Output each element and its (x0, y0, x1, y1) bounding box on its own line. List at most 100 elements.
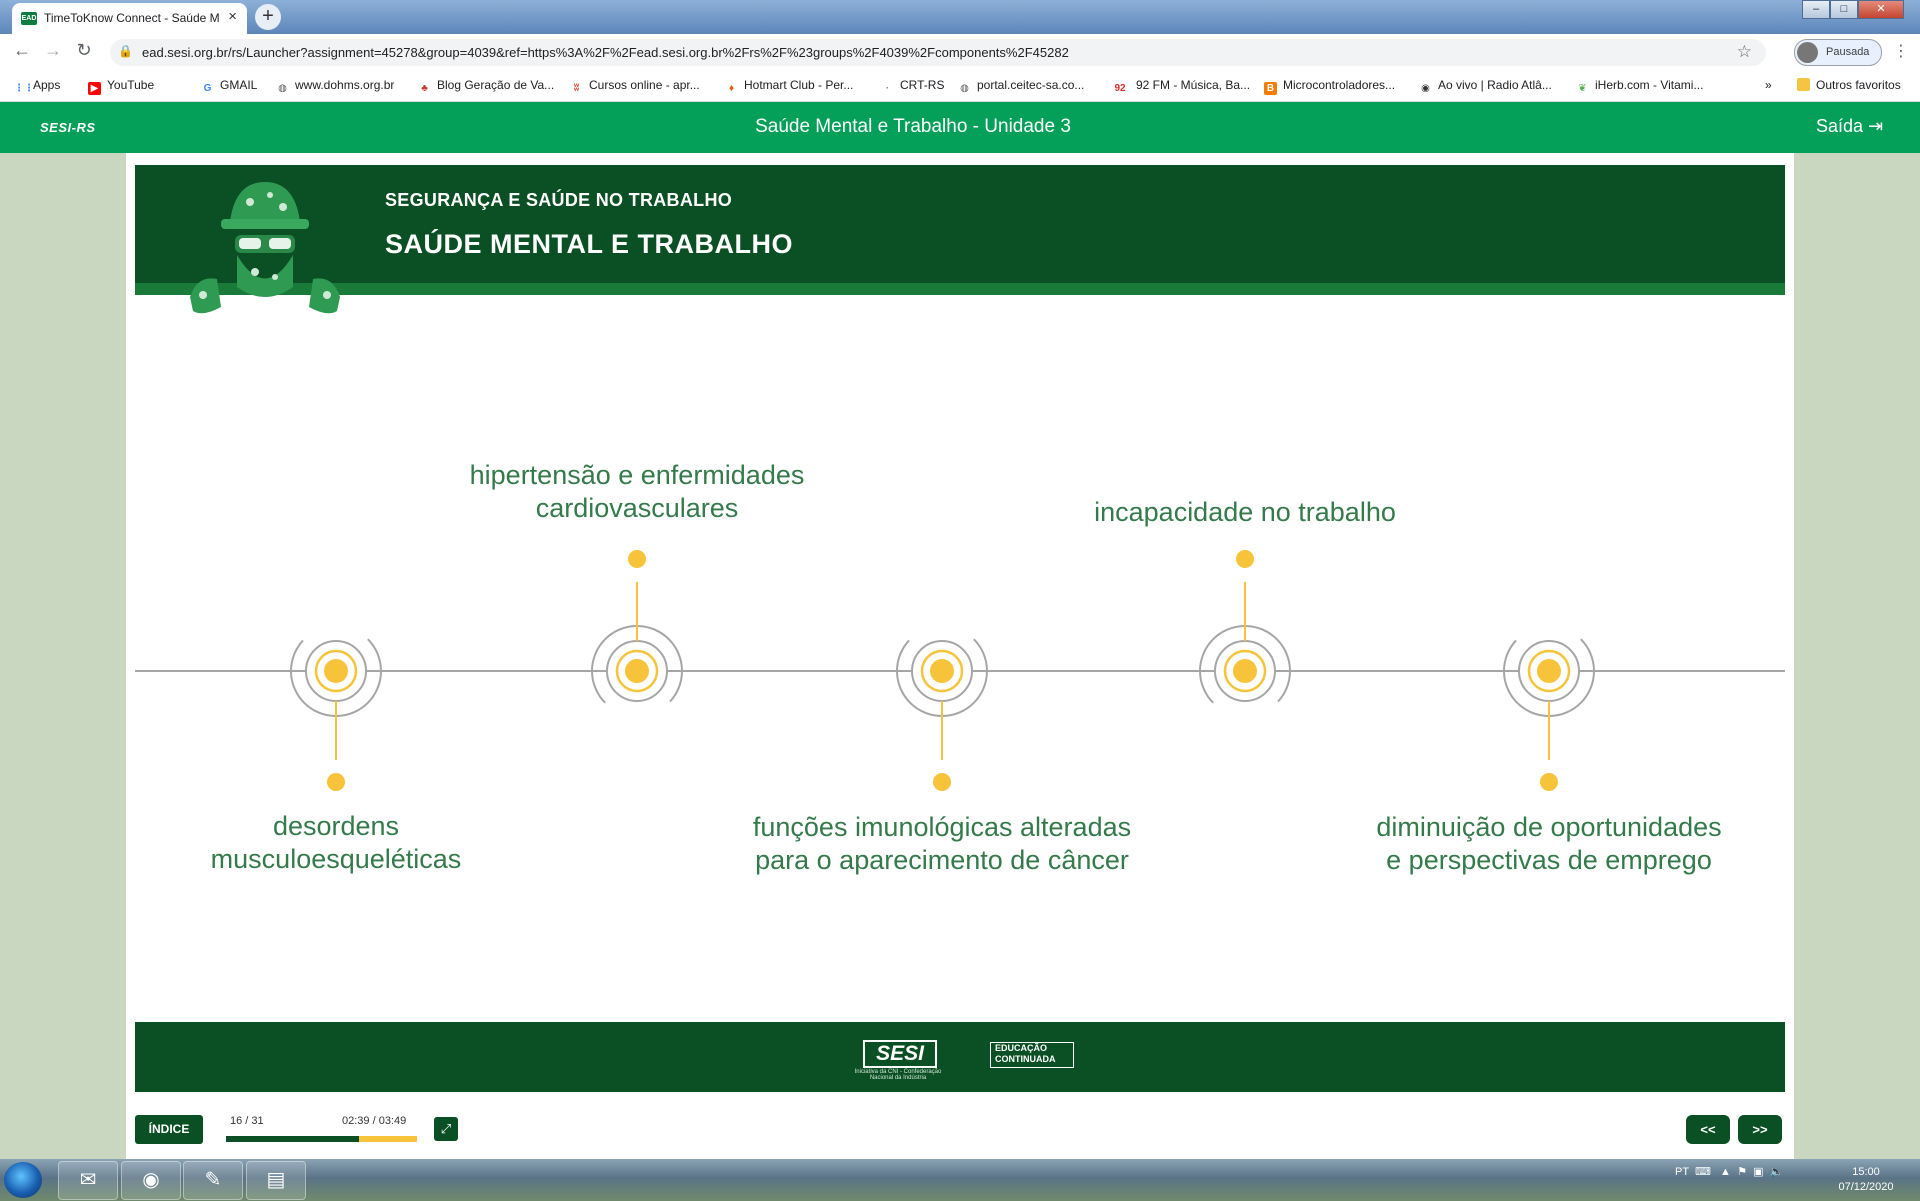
timeline-label-5: diminuição de oportunidades e perspectiv… (1329, 811, 1769, 877)
bookmark-micro[interactable]: B Microcontroladores... (1264, 78, 1395, 95)
label-line: e perspectivas de emprego (1386, 845, 1712, 875)
blog-icon: ♣ (421, 83, 428, 94)
timeline-node-2 (591, 550, 683, 717)
lms-header: SESI-RS Saúde Mental e Trabalho - Unidad… (0, 102, 1920, 153)
bookmarks-overflow-button[interactable]: » (1765, 78, 1772, 92)
folder-icon (1797, 78, 1810, 91)
timeline-node-4 (1199, 550, 1291, 717)
radio-92-icon: 92 (1114, 83, 1126, 94)
label-line: funções imunológicas alteradas (752, 812, 1132, 842)
bookmark-dohms[interactable]: ◍ www.dohms.org.br (276, 78, 394, 95)
timeline-node-1 (290, 625, 382, 791)
bookmark-label: Ao vivo | Radio Atlâ... (1438, 78, 1552, 92)
exit-button[interactable]: Saída ⇥ (1816, 116, 1883, 137)
address-bar[interactable]: 🔒 ead.sesi.org.br/rs/Launcher?assignment… (110, 39, 1766, 66)
bookmark-label: Microcontroladores... (1283, 78, 1396, 92)
progress-bar[interactable] (226, 1136, 417, 1142)
paint-taskbar-icon[interactable]: ✎ (183, 1161, 243, 1200)
timeline-label-4: incapacidade no trabalho (1045, 496, 1445, 529)
bookmarks-bar: ⋮⋮Apps ▶ YouTube G GMAIL ◍ www.dohms.org.br… (0, 70, 1920, 102)
label-line: hipertensão e enfermidades (469, 460, 805, 490)
slide: SEGURANÇA E SAÚDE NO TRABALHO SAÚDE MENT… (135, 165, 1785, 1092)
keyboard-icon[interactable]: ⌨ (1695, 1166, 1711, 1178)
progress-fill (226, 1136, 359, 1142)
label-line: musculoesqueléticas (210, 844, 462, 874)
bookmark-label: 92 FM - Música, Ba... (1136, 78, 1251, 92)
edu-logo-line: EDUCAÇÃO (995, 1043, 1048, 1053)
reload-button[interactable]: ↻ (72, 40, 96, 61)
close-tab-icon[interactable]: × (228, 8, 237, 25)
explorer-taskbar-icon[interactable]: ▤ (246, 1161, 306, 1200)
bookmark-92fm[interactable]: 92 92 FM - Música, Ba... (1110, 78, 1250, 95)
bookmark-hotmart[interactable]: ♦ Hotmart Club - Per... (725, 78, 853, 95)
next-button[interactable]: >> (1738, 1115, 1782, 1144)
network-icon[interactable]: ▣ (1753, 1166, 1763, 1178)
outlook-taskbar-icon[interactable]: ✉ (58, 1161, 118, 1200)
bookmark-crt[interactable]: · CRT-RS (881, 78, 945, 95)
maximize-button[interactable]: □ (1830, 0, 1858, 19)
hotmart-icon: ʬ (573, 83, 580, 94)
new-tab-button[interactable]: + (255, 4, 281, 30)
previous-button[interactable]: << (1686, 1115, 1730, 1144)
language-indicator[interactable]: PT (1675, 1166, 1689, 1178)
browser-toolbar: ← → ↻ 🔒 ead.sesi.org.br/rs/Launcher?assi… (0, 34, 1920, 70)
bookmark-ceitec[interactable]: ◍ portal.ceitec-sa.co... (958, 78, 1084, 95)
player-bar: ÍNDICE 16 / 31 02:39 / 03:49 ⤢ << >> (126, 1103, 1794, 1159)
bookmark-iherb[interactable]: ❦ iHerb.com - Vitami... (1576, 78, 1703, 95)
page-counter: 16 / 31 (230, 1115, 264, 1127)
system-tray: PT ⌨ ▲ ⚑ ▣ 🔈 (1675, 1165, 1783, 1178)
timeline-diagram (135, 550, 1785, 791)
profile-label: Pausada (1826, 46, 1870, 58)
volume-icon[interactable]: 🔈 (1770, 1166, 1784, 1178)
exit-icon: ⇥ (1868, 116, 1884, 136)
sesi-logo-caption: Iniciativa da CNI - Confederação Naciona… (854, 1069, 942, 1081)
bookmark-label: www.dohms.org.br (295, 78, 395, 92)
profile-button[interactable]: Pausada (1794, 39, 1882, 66)
timeline-node-3 (896, 625, 988, 791)
bookmark-apps[interactable]: ⋮⋮Apps (14, 78, 60, 95)
index-button[interactable]: ÍNDICE (135, 1115, 203, 1144)
other-bookmarks[interactable]: Outros favoritos (1797, 78, 1901, 92)
bookmark-youtube[interactable]: ▶ YouTube (88, 78, 154, 95)
bookmark-label: portal.ceitec-sa.co... (977, 78, 1085, 92)
timeline-label-1: desordens musculoesqueléticas (176, 810, 496, 876)
bookmark-label: Outros favoritos (1816, 78, 1901, 92)
bookmark-blog[interactable]: ♣ Blog Geração de Va... (418, 78, 554, 95)
flame-icon: ♦ (728, 83, 735, 94)
show-hidden-icons[interactable]: ▲ (1720, 1166, 1731, 1178)
fullscreen-icon[interactable]: ⤢ (434, 1117, 458, 1141)
forward-button[interactable]: → (41, 40, 65, 61)
bookmark-label: Blog Geração de Va... (437, 78, 555, 92)
close-window-button[interactable]: ✕ (1858, 0, 1904, 19)
sesi-logo: SESI (863, 1040, 937, 1068)
label-line: para o aparecimento de câncer (755, 845, 1129, 875)
url-text: ead.sesi.org.br/rs/Launcher?assignment=4… (142, 45, 1069, 60)
clock-time: 15:00 (1852, 1166, 1880, 1178)
browser-tab[interactable]: EAD TimeToKnow Connect - Saúde M × (12, 3, 247, 34)
bookmark-cursos[interactable]: ʬ Cursos online - apr... (570, 78, 700, 95)
tab-title: TimeToKnow Connect - Saúde M (44, 11, 220, 25)
time-counter: 02:39 / 03:49 (342, 1115, 407, 1127)
browser-menu-icon[interactable]: ⋮ (1893, 41, 1909, 61)
chrome-taskbar-icon[interactable]: ◉ (121, 1161, 181, 1200)
flag-icon[interactable]: ⚑ (1737, 1166, 1747, 1178)
minimize-button[interactable]: – (1802, 0, 1830, 19)
label-line: cardiovasculares (535, 493, 739, 523)
leaf-icon: ❦ (1578, 83, 1587, 94)
bookmark-star-icon[interactable]: ☆ (1737, 42, 1752, 62)
educacao-continuada-logo: EDUCAÇÃO CONTINUADA (990, 1042, 1074, 1068)
start-button[interactable] (4, 1162, 42, 1198)
windows-taskbar: ✉ ◉ ✎ ▤ PT ⌨ ▲ ⚑ ▣ 🔈 15:00 07/12/2020 (0, 1159, 1920, 1201)
bookmark-gmail[interactable]: G GMAIL (201, 78, 258, 95)
back-button[interactable]: ← (10, 40, 34, 61)
edu-logo-line: CONTINUADA (995, 1054, 1056, 1064)
bookmark-label: iHerb.com - Vitami... (1595, 78, 1704, 92)
clock[interactable]: 15:00 07/12/2020 (1826, 1165, 1906, 1195)
google-icon: G (203, 83, 212, 94)
lock-icon: 🔒 (118, 44, 133, 58)
bookmark-label: Apps (33, 78, 61, 92)
label-line: incapacidade no trabalho (1094, 497, 1396, 527)
bookmark-radio[interactable]: ◉ Ao vivo | Radio Atlâ... (1419, 78, 1552, 95)
window-controls: – □ ✕ (1802, 0, 1904, 19)
globe-icon: ◍ (960, 83, 969, 94)
